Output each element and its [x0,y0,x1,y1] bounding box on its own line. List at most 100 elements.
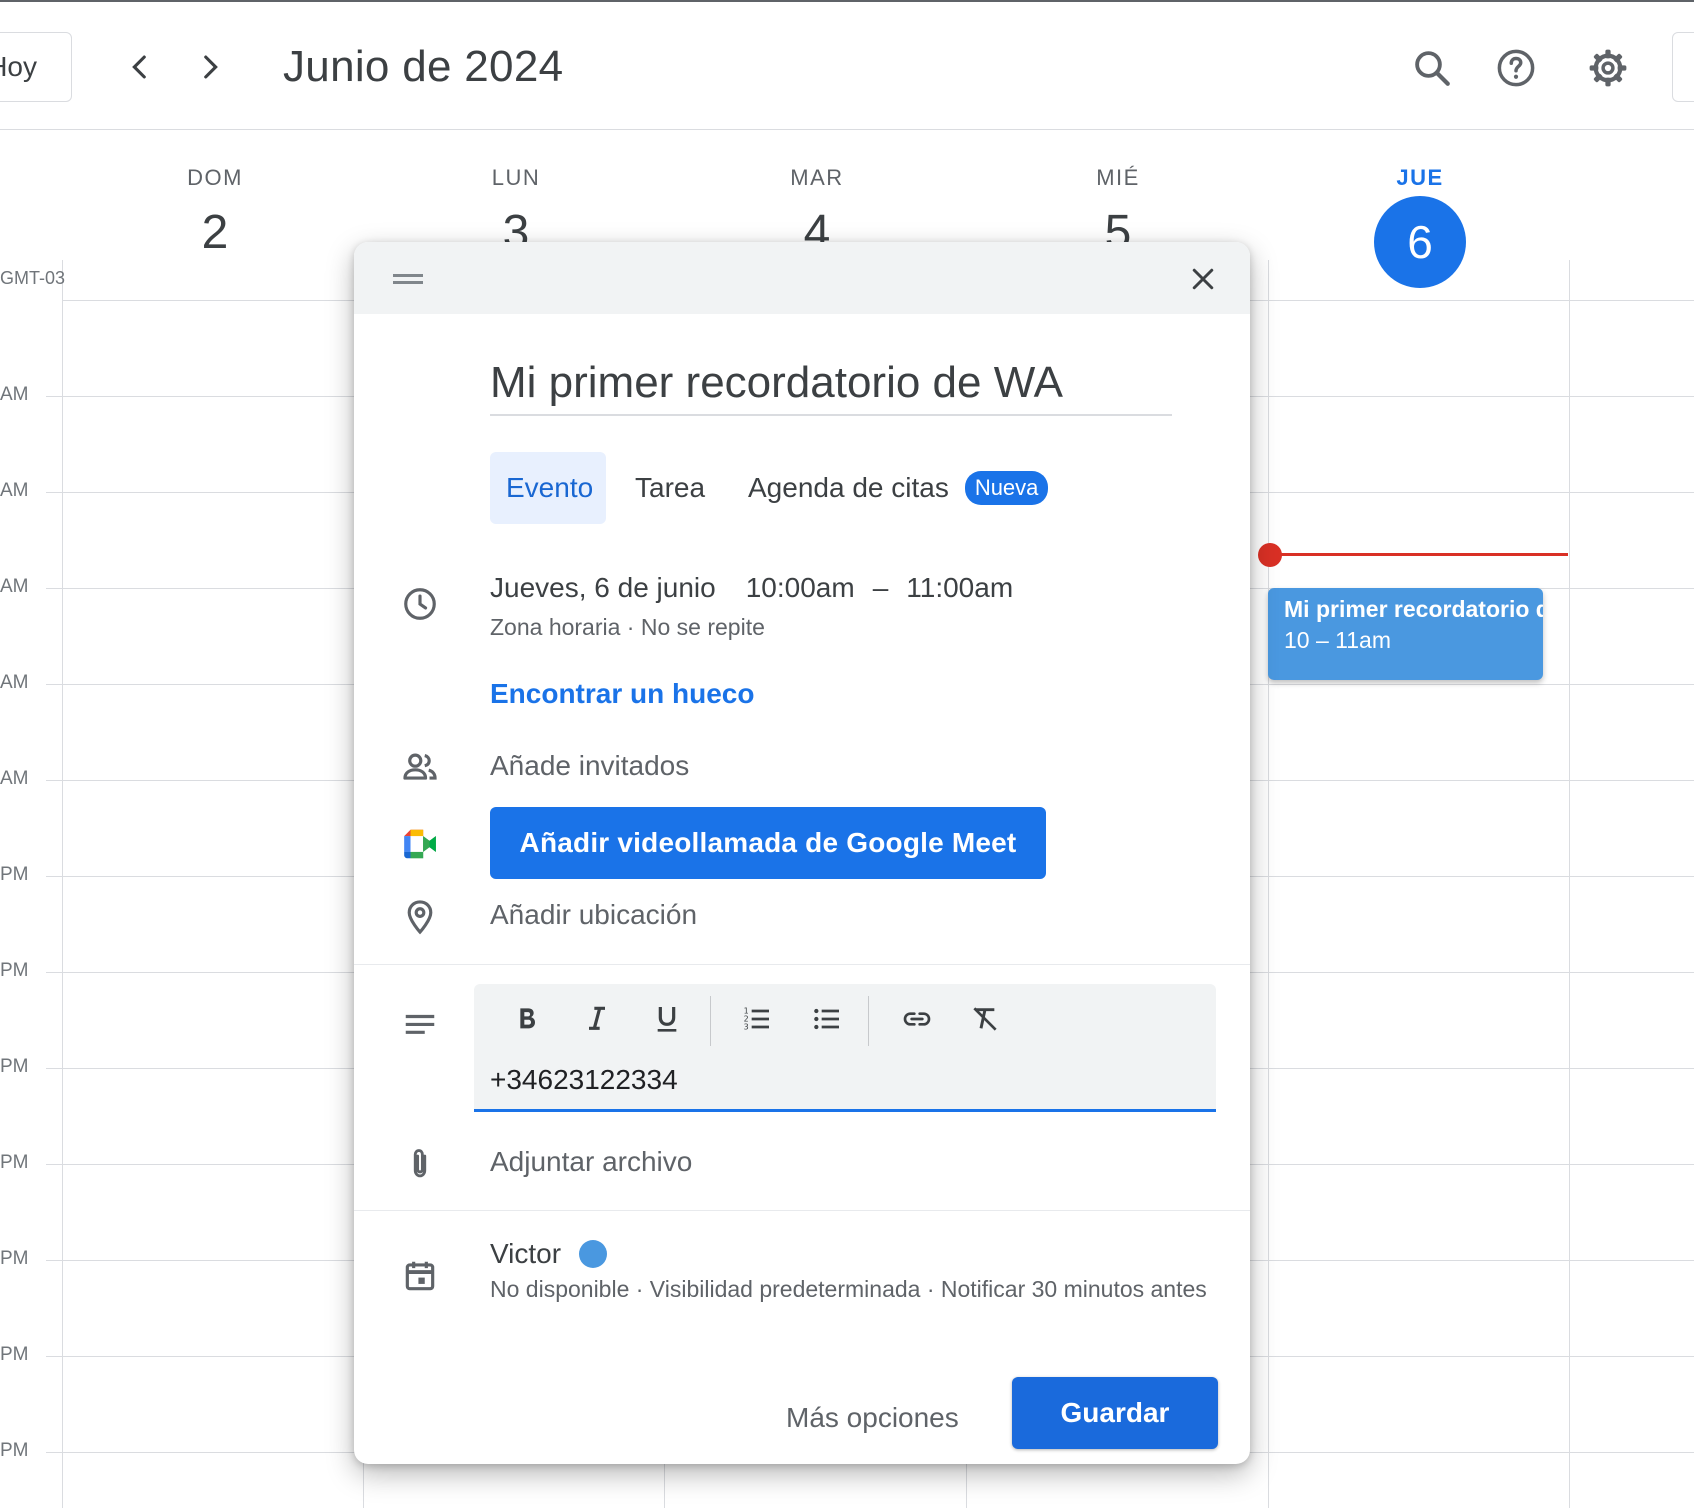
link-icon [903,1012,931,1026]
location-pin-icon [407,900,433,935]
hour-label: AM [0,576,29,597]
today-button[interactable]: Hoy [0,32,72,102]
tab-tarea[interactable]: Tarea [635,452,705,524]
close-icon [1192,268,1214,290]
event-settings-line[interactable]: No disponible · Visibilidad predetermina… [490,1276,1210,1303]
clock-icon [404,588,436,620]
attach-file-button[interactable]: Adjuntar archivo [490,1146,692,1178]
description-text[interactable]: +34623122334 [490,1064,678,1096]
add-google-meet-button[interactable]: Añadir videollamada de Google Meet [490,807,1046,879]
hour-label: PM [0,1440,29,1461]
toolbar-separator [710,996,711,1046]
time-separator: – [872,572,889,603]
section-divider [354,1210,1250,1211]
google-meet-icon [404,829,436,859]
italic-icon [589,1006,605,1030]
bold-button[interactable] [504,996,550,1042]
day-header-jue[interactable]: JUE [1360,165,1480,191]
hour-label: AM [0,480,29,501]
close-button[interactable] [1180,256,1226,302]
day-header-dom[interactable]: DOM 2 [155,165,275,260]
calendar-event-block[interactable]: Mi primer recordatorio de WA 10 – 11am [1268,588,1543,680]
help-button[interactable] [1490,42,1542,94]
end-time[interactable]: 11:00am [906,572,1013,603]
insert-link-button[interactable] [894,996,940,1042]
description-editor[interactable]: 123 +34623122334 [474,984,1216,1112]
grid-column-line [62,260,63,1508]
event-date[interactable]: Jueves, 6 de junio [490,572,716,603]
view-switcher-button[interactable] [1672,32,1694,102]
hour-label: PM [0,1056,29,1077]
notes-icon [405,1014,435,1034]
underline-button[interactable] [644,996,690,1042]
calendar-selector[interactable]: Victor [490,1238,608,1270]
description-row-icon [398,1004,442,1048]
search-icon [1415,51,1450,86]
next-week-button[interactable] [185,42,235,92]
numbered-list-button[interactable]: 123 [734,996,780,1042]
drag-handle-icon [393,274,423,284]
settings-button[interactable] [1582,42,1634,94]
day-name: JUE [1396,165,1444,190]
add-location-field[interactable]: Añadir ubicación [490,899,697,931]
tab-agenda-de-citas[interactable]: Agenda de citas Nueva [748,452,1049,524]
calendar-owner-name: Victor [490,1238,562,1269]
search-button[interactable] [1406,42,1458,94]
clear-formatting-icon [973,1007,997,1031]
day-name: MIÉ [1096,165,1140,190]
hour-label: PM [0,960,29,981]
hour-label: PM [0,1248,29,1269]
people-icon [403,753,437,780]
grid-column-line [1569,260,1570,1508]
drag-handle[interactable] [390,264,426,294]
calendar-row-icon [398,1254,442,1298]
hour-label: PM [0,864,29,885]
start-time[interactable]: 10:00am [746,572,855,603]
event-time: 10 – 11am [1284,627,1391,653]
month-title: Junio de 2024 [283,42,564,91]
more-options-button[interactable]: Más opciones [786,1382,959,1454]
svg-text:3: 3 [744,1023,749,1032]
paperclip-icon [413,1149,427,1178]
location-row-icon [398,895,442,939]
repeat-setting[interactable]: No se repite [641,614,765,640]
day-name: DOM [187,165,243,190]
time-row-icon [398,582,442,626]
help-icon [1497,49,1535,87]
day-name: LUN [491,165,541,190]
date-time-line[interactable]: Jueves, 6 de junio 10:00am –11:00am [490,572,1043,604]
timezone-repeat-line[interactable]: Zona horaria · No se repite [490,614,765,641]
numbered-list-icon: 123 [744,1007,769,1032]
timezone-link[interactable]: Zona horaria [490,614,620,640]
attach-row-icon [398,1142,442,1186]
add-guests-field[interactable]: Añade invitados [490,750,689,782]
dialog-header [354,242,1250,314]
hour-label: AM [0,768,29,789]
underline-icon [657,1007,677,1032]
tab-evento[interactable]: Evento [490,452,606,524]
hour-label: AM [0,384,29,405]
find-time-link[interactable]: Encontrar un hueco [490,678,754,710]
calendar-icon [405,1261,435,1291]
event-title-input[interactable] [490,352,1172,416]
italic-button[interactable] [574,996,620,1042]
toolbar-separator [868,996,869,1046]
previous-week-button[interactable] [115,42,165,92]
top-bar: Hoy Junio de 2024 [0,0,1694,130]
new-badge: Nueva [964,471,1049,505]
day-name: MAR [790,165,844,190]
clear-formatting-button[interactable] [962,996,1008,1042]
timezone-label: GMT-03 [0,268,66,288]
bulleted-list-icon [814,1008,839,1030]
bulleted-list-button[interactable] [804,996,850,1042]
grid-column-line [1268,260,1269,1508]
chevron-left-icon [132,55,146,79]
bold-icon [520,1008,535,1029]
save-button[interactable]: Guardar [1012,1377,1218,1449]
day-number: 2 [201,206,229,259]
event-quick-create-dialog: Evento Tarea Agenda de citas Nueva Jueve… [354,242,1250,1464]
current-time-dot [1258,543,1282,567]
hour-label: PM [0,1344,29,1365]
meet-row-icon [398,822,442,866]
hour-label: AM [0,672,29,693]
